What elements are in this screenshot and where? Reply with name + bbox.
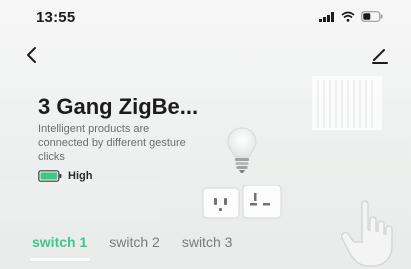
wifi-icon [341, 11, 355, 22]
status-icons [319, 11, 383, 22]
device-name: 3 Gang ZigBe... [38, 94, 199, 119]
chevron-left-icon[interactable] [22, 44, 44, 66]
status-time: 13:55 [36, 9, 76, 26]
battery-level-label: High [68, 170, 93, 182]
switch-tabs: switch 1 switch 2 switch 3 [32, 234, 232, 250]
light-bulb-icon [227, 127, 257, 173]
tab-switch-2[interactable]: switch 2 [109, 234, 160, 250]
tab-switch-3[interactable]: switch 3 [182, 234, 233, 250]
nav-bar [0, 38, 411, 68]
hand-pointer-icon [340, 200, 393, 267]
cellular-signal-icon [319, 11, 334, 22]
battery-status: High [38, 170, 92, 182]
device-description: Intelligent products are connected by di… [38, 123, 186, 163]
status-bar: 13:55 [0, 0, 411, 34]
wall-socket-icon [202, 185, 282, 219]
battery-level-icon [38, 170, 62, 182]
device-detail-screen: 13:55 3 Gang ZigBe... Intelligent produc… [0, 0, 411, 269]
tab-switch-1[interactable]: switch 1 [32, 234, 87, 250]
active-tab-indicator [30, 258, 90, 261]
battery-icon [361, 11, 383, 22]
pencil-icon[interactable] [369, 44, 391, 66]
